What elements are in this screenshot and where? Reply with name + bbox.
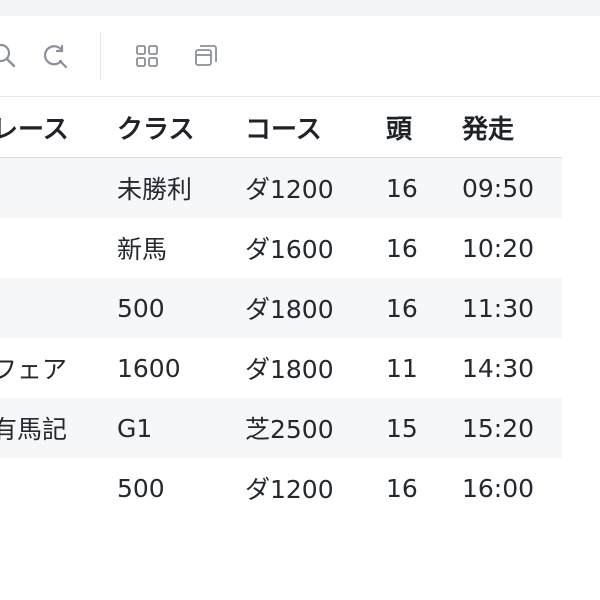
heads-cell: 16 <box>386 473 418 503</box>
refresh-icon <box>40 41 70 71</box>
heads-cell: 16 <box>386 173 418 203</box>
table-row[interactable]: 新馬 ダ1600 16 10:20 <box>0 218 562 278</box>
race-cell: 有馬記 <box>0 415 68 444</box>
column-header-heads[interactable]: 頭 <box>386 97 412 157</box>
class-cell: 未勝利 <box>117 175 193 204</box>
table-row[interactable]: 未勝利 ダ1200 16 09:50 <box>0 158 562 218</box>
heads-cell: 15 <box>386 413 418 443</box>
class-cell: 新馬 <box>117 235 168 264</box>
table-row[interactable]: 500 ダ1200 16 16:00 <box>0 458 562 518</box>
heads-cell: 16 <box>386 233 418 263</box>
grid-icon <box>134 43 160 69</box>
column-header-course[interactable]: コース <box>245 97 322 157</box>
class-cell: 500 <box>117 473 165 503</box>
toolbar <box>0 16 600 97</box>
race-table: レース クラス コース 頭 発走 未勝利 ダ1200 16 09:50 新馬 ダ… <box>0 97 562 518</box>
class-cell: G1 <box>117 413 153 443</box>
start-time-cell: 10:20 <box>462 233 535 263</box>
start-time-cell: 14:30 <box>462 353 535 383</box>
race-cell: フェア <box>0 355 68 384</box>
start-time-cell: 11:30 <box>462 293 535 323</box>
heads-cell: 16 <box>386 293 418 323</box>
class-cell: 500 <box>117 293 165 323</box>
column-header-start[interactable]: 発走 <box>462 97 514 157</box>
start-time-cell: 09:50 <box>462 173 535 203</box>
table-row[interactable]: 500 ダ1800 16 11:30 <box>0 278 562 338</box>
course-cell: ダ1800 <box>245 355 334 384</box>
start-time-cell: 16:00 <box>462 473 535 503</box>
window-top-strip <box>0 0 600 16</box>
grid-view-button[interactable] <box>129 38 165 74</box>
start-time-cell: 15:20 <box>462 413 535 443</box>
refresh-button[interactable] <box>37 38 73 74</box>
search-button[interactable] <box>0 38 22 74</box>
search-icon <box>0 41 19 71</box>
window-view-button[interactable] <box>188 38 224 74</box>
table-header: レース クラス コース 頭 発走 <box>0 97 562 158</box>
course-cell: 芝2500 <box>245 415 334 444</box>
class-cell: 1600 <box>117 353 181 383</box>
course-cell: ダ1200 <box>245 475 334 504</box>
heads-cell: 11 <box>386 353 418 383</box>
toolbar-divider <box>100 32 101 80</box>
course-cell: ダ1600 <box>245 235 334 264</box>
column-header-class[interactable]: クラス <box>117 97 194 157</box>
window-icon <box>193 43 219 69</box>
course-cell: ダ1800 <box>245 295 334 324</box>
course-cell: ダ1200 <box>245 175 334 204</box>
column-header-race[interactable]: レース <box>0 97 69 157</box>
table-row[interactable]: フェア 1600 ダ1800 11 14:30 <box>0 338 562 398</box>
table-row[interactable]: 有馬記 G1 芝2500 15 15:20 <box>0 398 562 458</box>
